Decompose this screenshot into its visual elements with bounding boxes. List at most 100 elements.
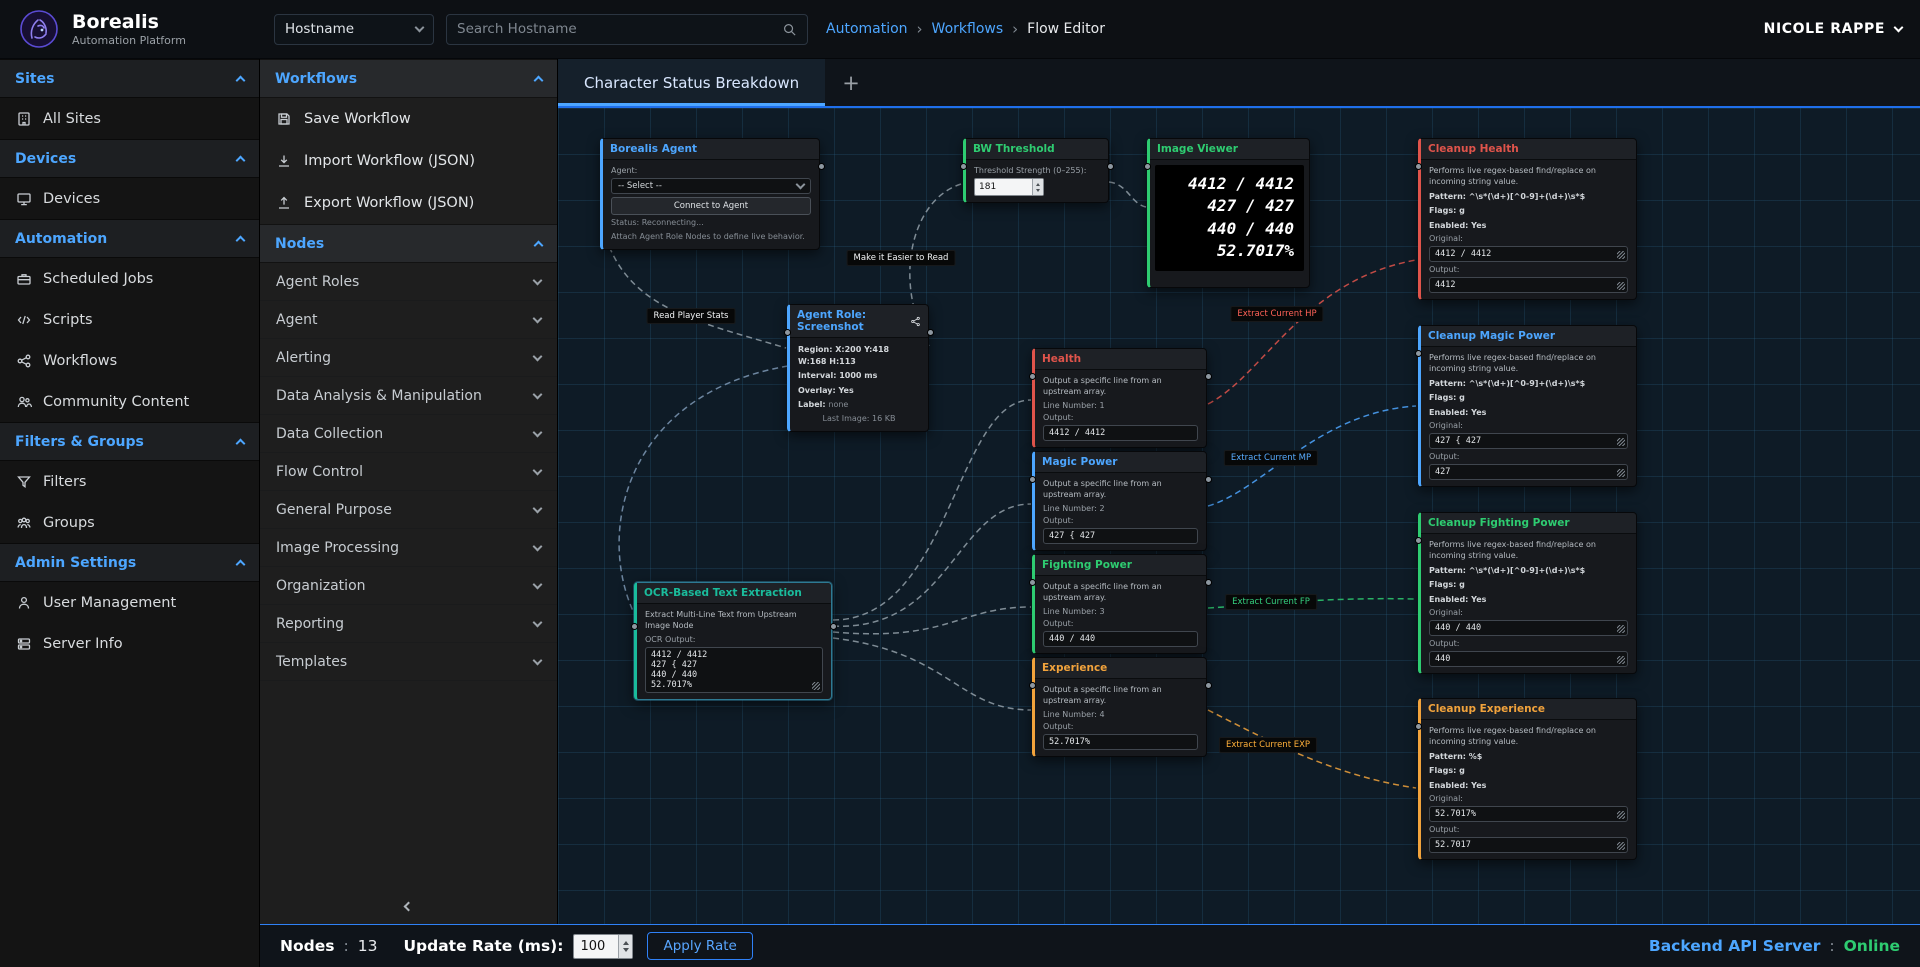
edge-ocr-to-fighting[interactable] xyxy=(833,607,1031,634)
node-borealis-agent[interactable]: Borealis Agent Agent: -- Select -- Conne… xyxy=(600,138,820,250)
original-textarea[interactable]: 52.7017% xyxy=(1429,806,1628,822)
output-field[interactable]: 440 / 440 xyxy=(1043,631,1198,647)
input-port[interactable] xyxy=(1029,373,1036,380)
output-field[interactable]: 4412 / 4412 xyxy=(1043,425,1198,441)
sidebar-section-sites[interactable]: Sites xyxy=(0,59,259,98)
sidebar-item-groups[interactable]: Groups xyxy=(0,502,259,543)
sidebar-section-admin-settings[interactable]: Admin Settings xyxy=(0,543,259,582)
node-cleanup-experience[interactable]: Cleanup Experience Performs live regex-b… xyxy=(1418,698,1637,860)
node-bw-threshold[interactable]: BW Threshold Threshold Strength (0–255): xyxy=(963,138,1109,203)
node-category-alerting[interactable]: Alerting xyxy=(260,339,557,377)
panel-section-workflows[interactable]: Workflows xyxy=(260,59,557,98)
sidebar-section-filters-groups[interactable]: Filters & Groups xyxy=(0,422,259,461)
search-icon[interactable] xyxy=(782,22,797,37)
output-port[interactable] xyxy=(830,623,837,630)
node-title: BW Threshold xyxy=(966,139,1108,160)
output-port[interactable] xyxy=(1205,476,1212,483)
add-tab-button[interactable]: + xyxy=(825,59,877,106)
output-textarea[interactable]: 4412 xyxy=(1429,277,1628,293)
node-magic-power[interactable]: Magic Power Output a specific line from … xyxy=(1032,451,1207,551)
node-experience[interactable]: Experience Output a specific line from a… xyxy=(1032,657,1207,757)
original-textarea[interactable]: 4412 / 4412 xyxy=(1429,246,1628,262)
sidebar-item-filters[interactable]: Filters xyxy=(0,461,259,502)
node-agent-role-screenshot[interactable]: Agent Role: Screenshot Region: X:200 Y:4… xyxy=(787,304,929,432)
input-port[interactable] xyxy=(1029,682,1036,689)
tab-character-status-breakdown[interactable]: Character Status Breakdown xyxy=(558,59,825,106)
node-health[interactable]: Health Output a specific line from an up… xyxy=(1032,348,1207,448)
node-category-agent[interactable]: Agent xyxy=(260,301,557,339)
agent-select[interactable]: -- Select -- xyxy=(611,178,811,194)
breadcrumb-automation[interactable]: Automation xyxy=(826,21,908,37)
apply-rate-button[interactable]: Apply Rate xyxy=(647,932,752,960)
edge-threshold-to-viewer[interactable] xyxy=(1109,182,1146,207)
sidebar-section-automation[interactable]: Automation xyxy=(0,219,259,258)
node-category-agent-roles[interactable]: Agent Roles xyxy=(260,263,557,301)
import-workflow-button[interactable]: Import Workflow (JSON) xyxy=(260,140,557,182)
node-category-templates[interactable]: Templates xyxy=(260,643,557,681)
node-category-organization[interactable]: Organization xyxy=(260,567,557,605)
original-textarea[interactable]: 427 { 427 xyxy=(1429,433,1628,449)
node-category-data-collection[interactable]: Data Collection xyxy=(260,415,557,453)
node-fighting-power[interactable]: Fighting Power Output a specific line fr… xyxy=(1032,554,1207,654)
output-port[interactable] xyxy=(1205,579,1212,586)
input-port[interactable] xyxy=(784,329,791,336)
output-textarea[interactable]: 440 xyxy=(1429,651,1628,667)
input-port[interactable] xyxy=(1144,163,1151,170)
share-icon[interactable] xyxy=(910,316,921,327)
export-workflow-button[interactable]: Export Workflow (JSON) xyxy=(260,182,557,224)
edge-role-to-ocr[interactable] xyxy=(619,366,788,611)
output-field[interactable]: 427 { 427 xyxy=(1043,528,1198,544)
original-textarea[interactable]: 440 / 440 xyxy=(1429,620,1628,636)
edge-ocr-to-experience[interactable] xyxy=(833,638,1031,710)
node-ocr-text-extraction[interactable]: OCR-Based Text Extraction Extract Multi-… xyxy=(634,582,832,700)
output-textarea[interactable]: 427 xyxy=(1429,464,1628,480)
user-menu[interactable]: NICOLE RAPPE xyxy=(1764,21,1902,37)
node-category-general-purpose[interactable]: General Purpose xyxy=(260,491,557,529)
node-category-flow-control[interactable]: Flow Control xyxy=(260,453,557,491)
input-port[interactable] xyxy=(1415,350,1422,357)
output-field[interactable]: 52.7017% xyxy=(1043,734,1198,750)
flow-canvas[interactable]: Borealis Agent Agent: -- Select -- Conne… xyxy=(558,108,1920,924)
output-port[interactable] xyxy=(927,329,934,336)
output-port[interactable] xyxy=(1107,163,1114,170)
node-category-data-analysis[interactable]: Data Analysis & Manipulation xyxy=(260,377,557,415)
node-category-reporting[interactable]: Reporting xyxy=(260,605,557,643)
sidebar-item-workflows[interactable]: Workflows xyxy=(0,340,259,381)
output-textarea[interactable]: 52.7017 xyxy=(1429,837,1628,853)
spinner-buttons[interactable] xyxy=(1032,179,1043,195)
spinner-buttons[interactable] xyxy=(618,935,632,958)
output-port[interactable] xyxy=(818,163,825,170)
sidebar-item-community-content[interactable]: Community Content xyxy=(0,381,259,422)
output-port[interactable] xyxy=(1205,373,1212,380)
node-image-viewer[interactable]: Image Viewer 4412 / 4412 427 / 427 440 /… xyxy=(1147,138,1310,288)
panel-section-nodes[interactable]: Nodes xyxy=(260,224,557,263)
input-port[interactable] xyxy=(1415,163,1422,170)
sidebar-item-all-sites[interactable]: All Sites xyxy=(0,98,259,139)
edge-ocr-to-health[interactable] xyxy=(833,400,1031,620)
sidebar-item-devices[interactable]: Devices xyxy=(0,178,259,219)
breadcrumb-workflows[interactable]: Workflows xyxy=(932,21,1004,37)
ocr-output-textarea[interactable]: 4412 / 4412 427 { 427 440 / 440 52.7017% xyxy=(645,647,823,693)
sidebar-item-user-management[interactable]: User Management xyxy=(0,582,259,623)
node-cleanup-health[interactable]: Cleanup Health Performs live regex-based… xyxy=(1418,138,1637,300)
collapse-panel-button[interactable] xyxy=(387,892,430,918)
edge-ocr-to-magic[interactable] xyxy=(833,504,1031,626)
input-port[interactable] xyxy=(960,163,967,170)
node-cleanup-magic-power[interactable]: Cleanup Magic Power Performs live regex-… xyxy=(1418,325,1637,487)
input-port[interactable] xyxy=(631,623,638,630)
search-input[interactable] xyxy=(457,21,774,37)
sidebar-item-server-info[interactable]: Server Info xyxy=(0,623,259,664)
input-port[interactable] xyxy=(1029,476,1036,483)
node-category-image-processing[interactable]: Image Processing xyxy=(260,529,557,567)
output-port[interactable] xyxy=(1205,682,1212,689)
node-cleanup-fighting-power[interactable]: Cleanup Fighting Power Performs live reg… xyxy=(1418,512,1637,674)
save-workflow-button[interactable]: Save Workflow xyxy=(260,98,557,140)
sidebar-item-scheduled-jobs[interactable]: Scheduled Jobs xyxy=(0,258,259,299)
input-port[interactable] xyxy=(1415,723,1422,730)
sidebar-item-scripts[interactable]: Scripts xyxy=(0,299,259,340)
input-port[interactable] xyxy=(1029,579,1036,586)
sidebar-section-devices[interactable]: Devices xyxy=(0,139,259,178)
hostname-dropdown[interactable]: Hostname xyxy=(274,14,434,45)
input-port[interactable] xyxy=(1415,537,1422,544)
connect-to-agent-button[interactable]: Connect to Agent xyxy=(611,197,811,215)
